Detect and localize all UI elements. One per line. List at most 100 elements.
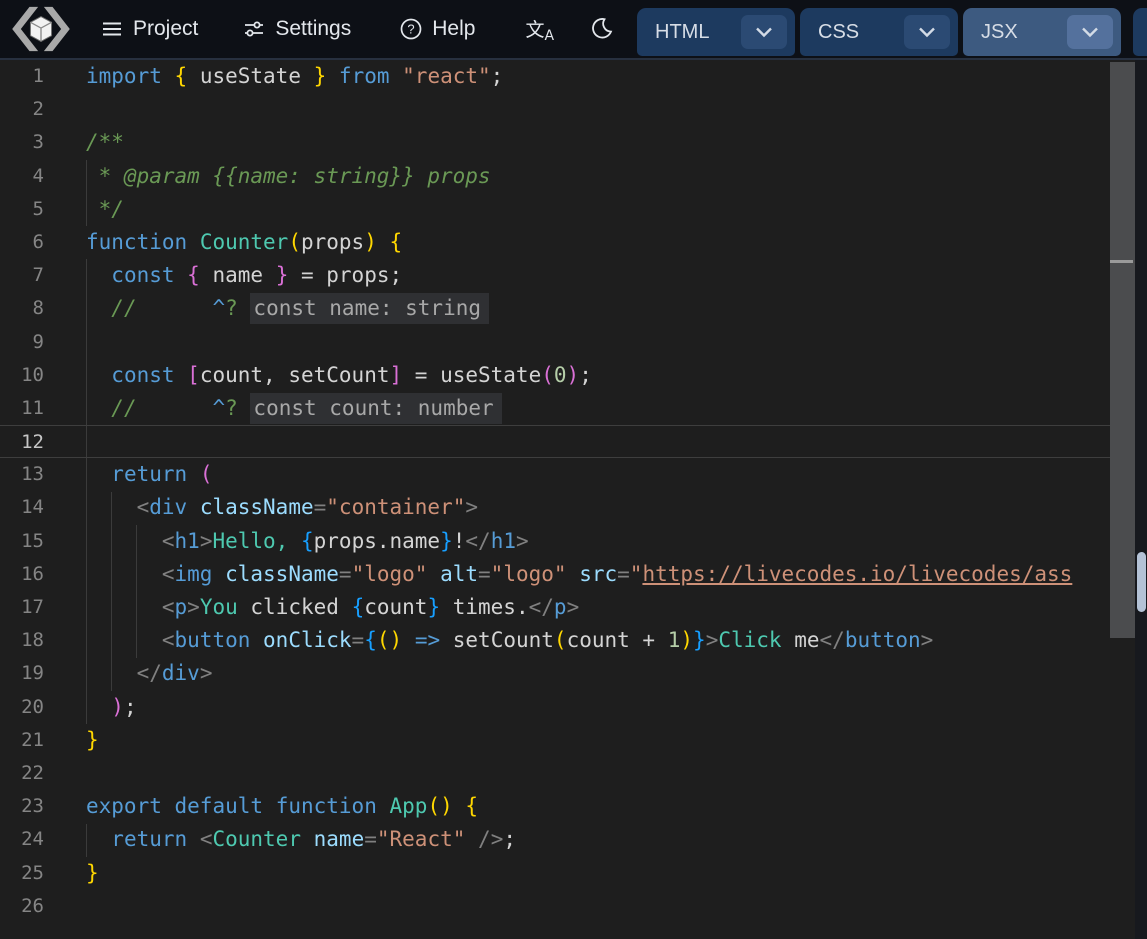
line-content[interactable]: return <Counter name="React" />; bbox=[44, 823, 516, 856]
code-area[interactable]: 1import { useState } from "react";23/**4… bbox=[0, 60, 1110, 923]
line-number[interactable]: 4 bbox=[0, 160, 44, 193]
code-line[interactable]: 5 */ bbox=[0, 193, 1110, 226]
line-content[interactable]: */ bbox=[44, 193, 124, 226]
line-number[interactable]: 7 bbox=[0, 259, 44, 292]
code-line[interactable]: 15 <h1>Hello, {props.name}!</h1> bbox=[0, 525, 1110, 558]
code-line[interactable]: 19 </div> bbox=[0, 657, 1110, 690]
tab-jsx[interactable]: JSX bbox=[963, 8, 1121, 56]
line-number[interactable]: 20 bbox=[0, 691, 44, 724]
line-number[interactable]: 15 bbox=[0, 525, 44, 558]
line-content[interactable]: // ^? const count: number bbox=[44, 392, 502, 425]
line-number[interactable]: 6 bbox=[0, 226, 44, 259]
settings-menu-button[interactable]: Settings bbox=[232, 11, 361, 47]
editor-scrollbar[interactable] bbox=[1110, 60, 1135, 939]
code-line[interactable]: 24 return <Counter name="React" />; bbox=[0, 823, 1110, 856]
line-number[interactable]: 22 bbox=[0, 757, 44, 790]
code-line[interactable]: 8 // ^? const name: string bbox=[0, 292, 1110, 325]
editor-scrollbar-thumb[interactable] bbox=[1110, 62, 1135, 638]
line-number[interactable]: 14 bbox=[0, 491, 44, 524]
line-number[interactable]: 21 bbox=[0, 724, 44, 757]
code-line[interactable]: 21} bbox=[0, 724, 1110, 757]
code-line[interactable]: 11 // ^? const count: number bbox=[0, 392, 1110, 425]
chevron-down-icon[interactable] bbox=[1067, 15, 1113, 49]
code-line[interactable]: 16 <img className="logo" alt="logo" src=… bbox=[0, 558, 1110, 591]
settings-menu-label: Settings bbox=[275, 17, 351, 41]
code-line[interactable]: 17 <p>You clicked {count} times.</p> bbox=[0, 591, 1110, 624]
code-line[interactable]: 9 bbox=[0, 326, 1110, 359]
line-content[interactable] bbox=[44, 426, 86, 457]
livecodes-logo[interactable] bbox=[6, 1, 76, 57]
code-line[interactable]: 2 bbox=[0, 93, 1110, 126]
line-content[interactable]: function Counter(props) { bbox=[44, 226, 402, 259]
tab-css[interactable]: CSS bbox=[800, 8, 958, 56]
line-content[interactable]: <button onClick={() => setCount(count + … bbox=[44, 624, 933, 657]
line-number[interactable]: 12 bbox=[0, 426, 44, 457]
line-number[interactable]: 19 bbox=[0, 657, 44, 690]
dark-mode-button[interactable] bbox=[580, 10, 624, 49]
line-content[interactable]: import { useState } from "react"; bbox=[44, 60, 503, 93]
code-line[interactable]: 7 const { name } = props; bbox=[0, 259, 1110, 292]
partial-tab[interactable] bbox=[1133, 8, 1147, 56]
line-number[interactable]: 11 bbox=[0, 392, 44, 425]
line-content[interactable]: /** bbox=[44, 126, 124, 159]
line-number[interactable]: 26 bbox=[0, 890, 44, 923]
code-line[interactable]: 4 * @param {{name: string}} props bbox=[0, 160, 1110, 193]
line-content[interactable]: const { name } = props; bbox=[44, 259, 402, 292]
line-content[interactable]: </div> bbox=[44, 657, 212, 690]
line-content[interactable]: <img className="logo" alt="logo" src="ht… bbox=[44, 558, 1072, 591]
tab-jsx-label: JSX bbox=[981, 21, 1018, 44]
code-line[interactable]: 3/** bbox=[0, 126, 1110, 159]
code-line[interactable]: 20 ); bbox=[0, 691, 1110, 724]
code-line[interactable]: 25} bbox=[0, 857, 1110, 890]
chevron-down-icon[interactable] bbox=[904, 15, 950, 49]
line-number[interactable]: 24 bbox=[0, 823, 44, 856]
line-number[interactable]: 2 bbox=[0, 93, 44, 126]
line-content[interactable]: <div className="container"> bbox=[44, 491, 478, 524]
line-number[interactable]: 18 bbox=[0, 624, 44, 657]
code-line[interactable]: 22 bbox=[0, 757, 1110, 790]
line-content[interactable] bbox=[44, 757, 86, 790]
line-number[interactable]: 1 bbox=[0, 60, 44, 93]
line-content[interactable]: * @param {{name: string}} props bbox=[44, 160, 491, 193]
line-number[interactable]: 13 bbox=[0, 458, 44, 491]
line-content[interactable]: } bbox=[44, 857, 99, 890]
line-content[interactable]: export default function App() { bbox=[44, 790, 478, 823]
code-line[interactable]: 1import { useState } from "react"; bbox=[0, 60, 1110, 93]
code-line[interactable]: 18 <button onClick={() => setCount(count… bbox=[0, 624, 1110, 657]
line-number[interactable]: 10 bbox=[0, 359, 44, 392]
line-content[interactable]: <h1>Hello, {props.name}!</h1> bbox=[44, 525, 529, 558]
line-number[interactable]: 3 bbox=[0, 126, 44, 159]
line-content[interactable]: } bbox=[44, 724, 99, 757]
line-content[interactable] bbox=[44, 93, 86, 126]
line-number[interactable]: 23 bbox=[0, 790, 44, 823]
line-content[interactable]: ); bbox=[44, 691, 137, 724]
code-editor[interactable]: 1import { useState } from "react";23/**4… bbox=[0, 60, 1147, 939]
svg-text:?: ? bbox=[408, 22, 415, 37]
code-line[interactable]: 10 const [count, setCount] = useState(0)… bbox=[0, 359, 1110, 392]
code-line[interactable]: 12 bbox=[0, 425, 1110, 458]
project-menu-button[interactable]: Project bbox=[90, 11, 208, 47]
translate-button[interactable]: 文A bbox=[515, 9, 564, 50]
line-number[interactable]: 17 bbox=[0, 591, 44, 624]
line-content[interactable]: return ( bbox=[44, 458, 212, 491]
line-number[interactable]: 16 bbox=[0, 558, 44, 591]
code-line[interactable]: 14 <div className="container"> bbox=[0, 491, 1110, 524]
line-content[interactable]: const [count, setCount] = useState(0); bbox=[44, 359, 592, 392]
line-number[interactable]: 9 bbox=[0, 326, 44, 359]
code-line[interactable]: 26 bbox=[0, 890, 1110, 923]
tab-html[interactable]: HTML bbox=[637, 8, 795, 56]
code-line[interactable]: 6function Counter(props) { bbox=[0, 226, 1110, 259]
page-scrollbar-thumb[interactable] bbox=[1137, 552, 1146, 612]
line-number[interactable]: 25 bbox=[0, 857, 44, 890]
code-line[interactable]: 13 return ( bbox=[0, 458, 1110, 491]
help-menu-button[interactable]: ? Help bbox=[389, 11, 485, 47]
page-scrollbar[interactable] bbox=[1135, 60, 1147, 939]
line-number[interactable]: 5 bbox=[0, 193, 44, 226]
line-number[interactable]: 8 bbox=[0, 292, 44, 325]
line-content[interactable] bbox=[44, 326, 86, 359]
code-line[interactable]: 23export default function App() { bbox=[0, 790, 1110, 823]
line-content[interactable]: <p>You clicked {count} times.</p> bbox=[44, 591, 579, 624]
line-content[interactable]: // ^? const name: string bbox=[44, 292, 489, 325]
line-content[interactable] bbox=[44, 890, 86, 923]
chevron-down-icon[interactable] bbox=[741, 15, 787, 49]
